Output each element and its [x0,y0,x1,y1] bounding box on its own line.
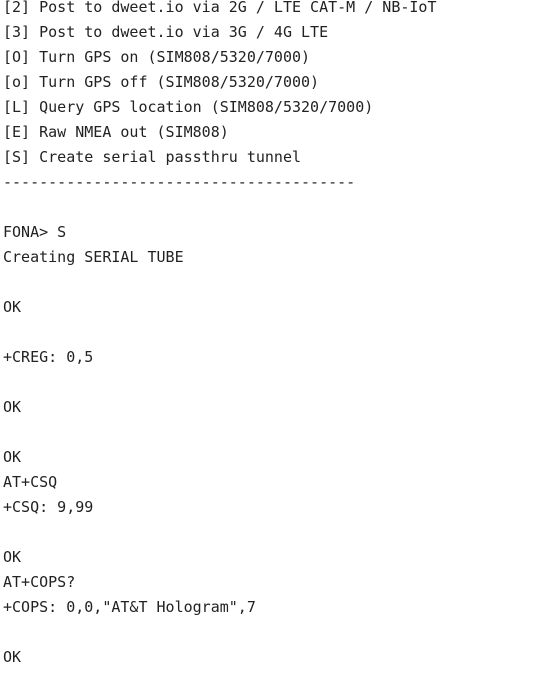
output-line-ok: OK [3,548,22,566]
output-line-creating-tube: Creating SERIAL TUBE [3,248,184,266]
output-line-ok: OK [3,448,22,466]
menu-item-gps-off: [o] Turn GPS off (SIM808/5320/7000) [3,73,320,91]
menu-item-post-dweet-3g: [3] Post to dweet.io via 3G / 4G LTE [3,23,329,41]
fona-prompt: FONA> S [3,223,67,241]
menu-item-raw-nmea: [E] Raw NMEA out (SIM808) [3,123,229,141]
output-line-csq: +CSQ: 9,99 [3,498,94,516]
output-line-cops: +COPS: 0,0,"AT&T Hologram",7 [3,598,256,616]
menu-item-query-gps: [L] Query GPS location (SIM808/5320/7000… [3,98,374,116]
menu-item-serial-tunnel: [S] Create serial passthru tunnel [3,148,302,166]
menu-item-post-dweet-2g: [2] Post to dweet.io via 2G / LTE CAT-M … [3,0,437,16]
menu-divider: --------------------------------------- [3,173,356,191]
output-line-ok: OK [3,298,22,316]
command-line-at-csq: AT+CSQ [3,473,58,491]
menu-item-gps-on: [O] Turn GPS on (SIM808/5320/7000) [3,48,311,66]
output-line-ok: OK [3,648,22,666]
command-line-at-cops: AT+COPS? [3,573,76,591]
output-line-creg: +CREG: 0,5 [3,348,94,366]
terminal-output[interactable]: [2] Post to dweet.io via 2G / LTE CAT-M … [3,0,536,678]
output-line-ok: OK [3,398,22,416]
